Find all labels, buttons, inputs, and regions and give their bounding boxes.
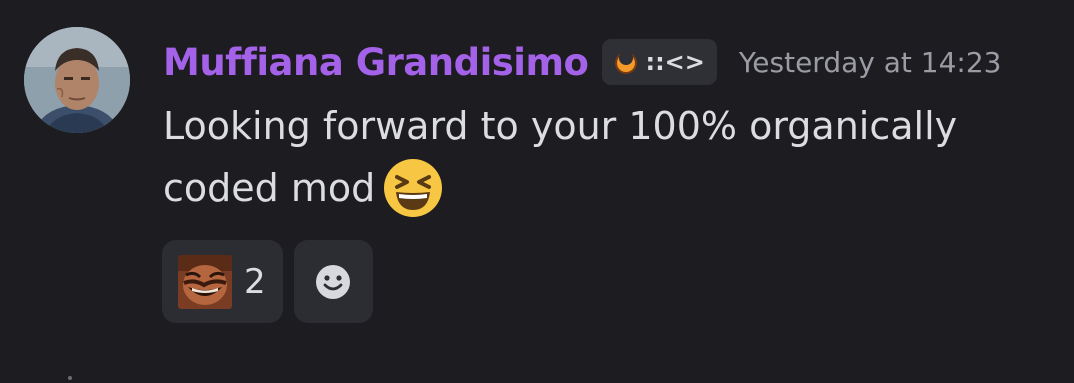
add-reaction-button[interactable] (293, 240, 373, 323)
server-tag-text: ::<> (645, 48, 705, 76)
reaction-emoji (162, 254, 244, 309)
reaction-button[interactable]: 2 (162, 240, 283, 323)
laughing-man-custom-emoji-icon (178, 254, 232, 309)
reaction-count: 2 (244, 261, 266, 302)
smiley-face-icon (316, 264, 351, 299)
laughing-face-emoji-icon (384, 159, 443, 217)
chat-message: Muffiana Grandisimo ::<> Yesterday at 14… (0, 0, 1074, 383)
server-tag[interactable]: ::<> (602, 39, 717, 85)
message-line-2: coded mod (163, 157, 1043, 219)
message-header: Muffiana Grandisimo ::<> Yesterday at 14… (163, 34, 1001, 90)
orange-crescent-icon (615, 51, 638, 74)
message-content: Looking forward to your 100% organically… (163, 95, 1043, 219)
avatar-portrait-icon (24, 27, 130, 133)
message-line-1: Looking forward to your 100% organically (163, 104, 958, 148)
author-avatar[interactable] (24, 27, 130, 133)
reactions-bar: 2 (162, 240, 373, 323)
message-line-2-text: coded mod (163, 166, 376, 210)
author-name[interactable]: Muffiana Grandisimo (163, 41, 589, 84)
divider-dot (68, 376, 72, 380)
timestamp[interactable]: Yesterday at 14:23 (739, 46, 1002, 79)
